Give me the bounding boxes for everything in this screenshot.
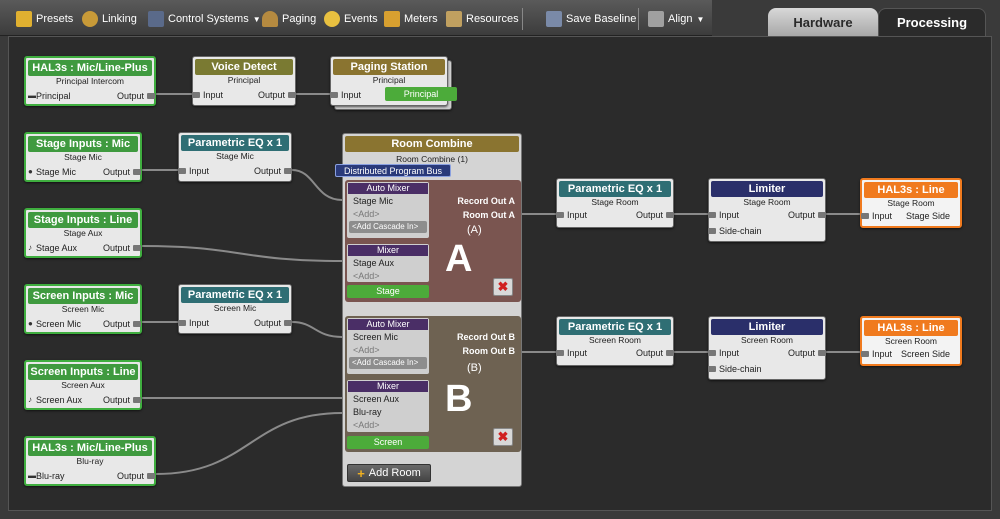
room-b: Auto Mixer Screen Mic <Add> <Add Cascade… [345,316,521,452]
output-port[interactable] [133,321,141,327]
output-port[interactable] [147,93,155,99]
room-a-name[interactable]: Stage [347,285,429,298]
room-b-name[interactable]: Screen [347,436,429,449]
stage-mic-block[interactable]: Stage Inputs : Mic Stage Mic ● Stage Mic… [24,132,142,182]
limiter-screen-block[interactable]: Limiter Screen Room Input Output Side-ch… [708,316,826,380]
connector-icon: ▬ [28,471,36,480]
line-input-icon: ♪ [28,243,32,252]
wire [155,412,343,475]
connector-icon: ▬ [28,91,36,100]
paging-station-block[interactable]: Paging Station Principal Input Principal [330,56,457,106]
room-out-a: Room Out A [462,210,515,220]
sidechain-port[interactable] [708,228,716,234]
room-b-letter: B [445,378,473,420]
paging-zone-tag[interactable]: Principal [385,87,457,101]
line-input-icon: ♪ [28,395,32,404]
wire [291,321,343,338]
input-port[interactable] [330,92,338,98]
output-port[interactable] [288,92,296,98]
peq-screen-mic-block[interactable]: Parametric EQ x 1 Screen Mic Input Outpu… [178,284,292,334]
add-room-button[interactable]: + Add Room [347,464,431,482]
add-cascade-in-a[interactable]: <Add Cascade In> [349,221,427,233]
room-combine-title: Room Combine [345,136,519,152]
peq-screen-room-block[interactable]: Parametric EQ x 1 Screen Room Input Outp… [556,316,674,366]
close-icon: ✖ [497,279,509,294]
wire [141,245,343,262]
limiter-stage-block[interactable]: Limiter Stage Room Input Output Side-cha… [708,178,826,242]
mixer-a[interactable]: Mixer Stage Aux <Add> [347,244,429,282]
record-out-b: Record Out B [456,332,515,342]
input-port[interactable] [861,213,869,219]
hal-line-screen-block[interactable]: HAL3s : Line Screen Room Input Screen Si… [860,316,962,366]
distributed-program-bus[interactable]: Distributed Program Bus [335,164,451,177]
voice-detect-block[interactable]: Voice Detect Principal Input Output [192,56,296,106]
input-port[interactable] [861,351,869,357]
stage-line-block[interactable]: Stage Inputs : Line Stage Aux ♪ Stage Au… [24,208,142,258]
input-port[interactable] [192,92,200,98]
plus-icon: + [357,465,365,481]
hal-line-stage-block[interactable]: HAL3s : Line Stage Room Input Stage Side [860,178,962,228]
peq-stage-mic-block[interactable]: Parametric EQ x 1 Stage Mic Input Output [178,132,292,182]
peq-stage-room-block[interactable]: Parametric EQ x 1 Stage Room Input Outpu… [556,178,674,228]
hal-principal-block[interactable]: HAL3s : Mic/Line-Plus Principal Intercom… [24,56,156,106]
auto-mixer-a[interactable]: Auto Mixer Stage Mic <Add> <Add Cascade … [347,182,429,238]
room-a-label: (A) [467,224,482,236]
hal-bluray-block[interactable]: HAL3s : Mic/Line-Plus Blu-ray ▬ Blu-ray … [24,436,156,486]
output-port[interactable] [666,212,674,218]
screen-line-block[interactable]: Screen Inputs : Line Screen Aux ♪ Screen… [24,360,142,410]
input-port[interactable] [708,212,716,218]
input-port[interactable] [556,212,564,218]
close-icon: ✖ [497,429,509,444]
room-a: Auto Mixer Stage Mic <Add> <Add Cascade … [345,180,521,302]
input-port[interactable] [178,168,186,174]
output-port[interactable] [666,350,674,356]
room-out-b: Room Out B [462,346,516,356]
output-port[interactable] [284,168,292,174]
output-port[interactable] [133,169,141,175]
mic-icon: ● [28,167,33,176]
delete-room-a-button[interactable]: ✖ [493,278,513,296]
add-cascade-in-b[interactable]: <Add Cascade In> [349,357,427,369]
auto-mixer-b[interactable]: Auto Mixer Screen Mic <Add> <Add Cascade… [347,318,429,374]
input-port[interactable] [556,350,564,356]
output-port[interactable] [133,397,141,403]
room-a-letter: A [445,238,473,280]
room-b-label: (B) [467,362,482,374]
output-port[interactable] [818,350,826,356]
input-port[interactable] [708,350,716,356]
output-port[interactable] [147,473,155,479]
room-combine-block[interactable]: Room Combine Room Combine (1) Distribute… [335,133,522,487]
mic-icon: ● [28,319,33,328]
delete-room-b-button[interactable]: ✖ [493,428,513,446]
output-port[interactable] [818,212,826,218]
mixer-b[interactable]: Mixer Screen Aux Blu-ray <Add> [347,380,429,432]
screen-mic-block[interactable]: Screen Inputs : Mic Screen Mic ● Screen … [24,284,142,334]
output-port[interactable] [284,320,292,326]
sidechain-port[interactable] [708,366,716,372]
output-port[interactable] [133,245,141,251]
record-out-a: Record Out A [457,196,515,206]
input-port[interactable] [178,320,186,326]
